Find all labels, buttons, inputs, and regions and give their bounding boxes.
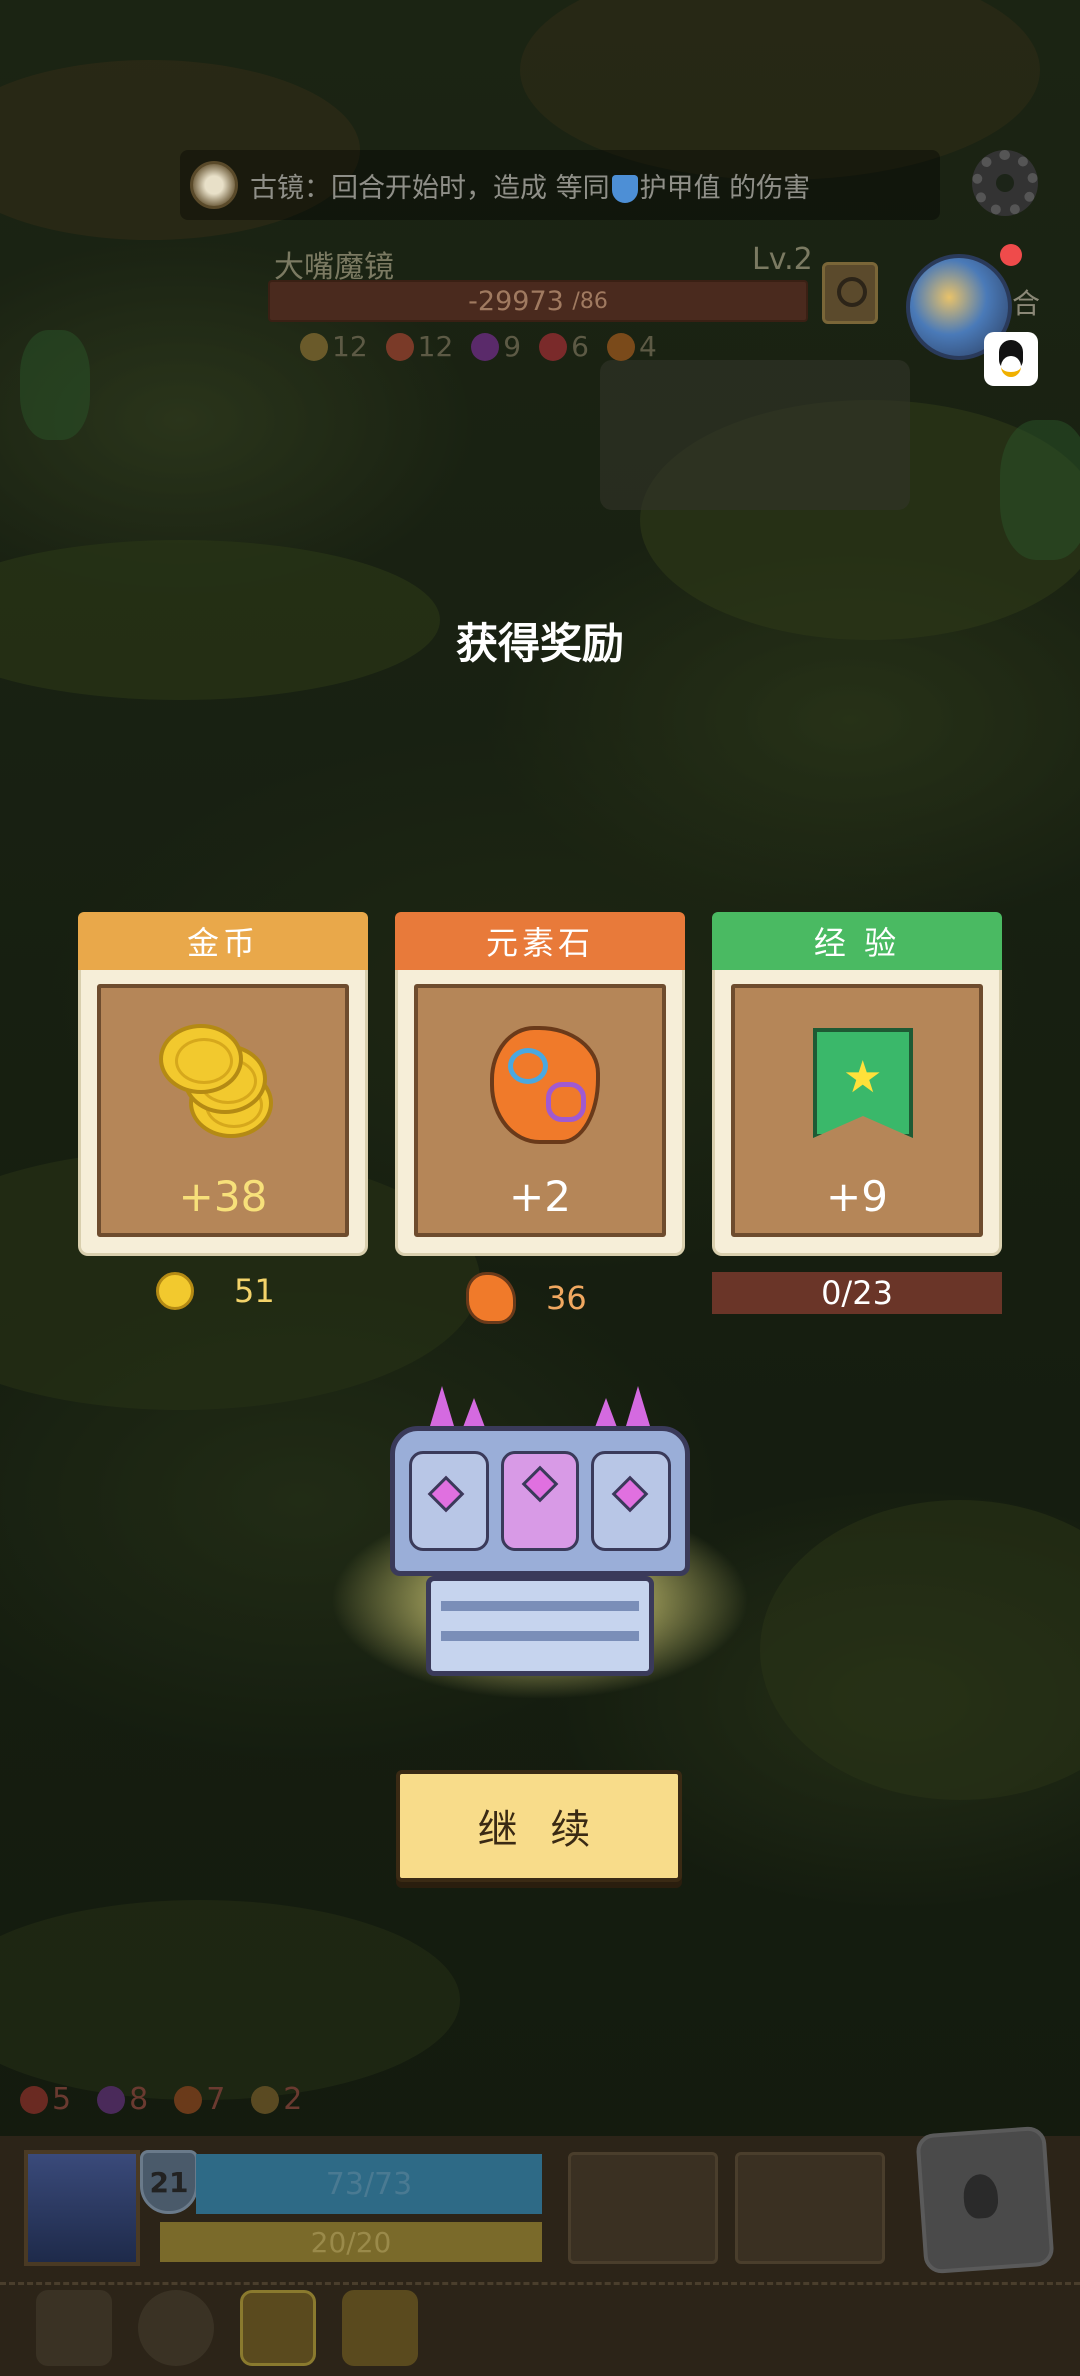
card-deck-icon[interactable] xyxy=(240,2290,316,2366)
player-element-fire: 7 xyxy=(174,2082,225,2117)
reward-card-gold: 金币 +38 xyxy=(78,912,368,1256)
continue-button[interactable]: 继 续 xyxy=(396,1770,682,1882)
player-level-shield: 21 xyxy=(140,2150,198,2214)
qq-penguin-icon[interactable] xyxy=(984,332,1038,386)
ring-icon[interactable] xyxy=(138,2290,214,2366)
stone-total-value: 36 xyxy=(546,1279,587,1317)
notification-dot xyxy=(1000,244,1022,266)
enemy-element-leaf: 12 xyxy=(300,330,368,363)
divider xyxy=(0,2282,1080,2285)
enemy-element-flame: 12 xyxy=(385,330,453,363)
treasure-chest-icon xyxy=(390,1386,690,1696)
reward-title: 获得奖励 xyxy=(455,619,624,668)
reward-card-xp: 经 验 ★ +9 xyxy=(712,912,1002,1256)
spark-icon xyxy=(97,2085,126,2114)
item-slot-2[interactable] xyxy=(735,2152,885,2264)
relic-hint-text: 古镜：回合开始时，造成 等同 护甲值 的伤害 xyxy=(250,172,811,204)
coin-icon xyxy=(156,1272,194,1310)
armor-shield-icon xyxy=(611,175,638,203)
enemy-element-blood: 6 xyxy=(539,330,589,363)
player-portrait[interactable] xyxy=(24,2150,140,2266)
leaf-icon xyxy=(251,2085,280,2114)
xp-progress-bar: 0/23 xyxy=(712,1272,1002,1314)
gold-total: 51 xyxy=(156,1272,275,1310)
gold-total-value: 51 xyxy=(234,1272,275,1310)
xp-progress-text: 0/23 xyxy=(821,1274,893,1312)
spark-icon xyxy=(471,332,500,361)
flame-icon xyxy=(385,332,414,361)
enemy-level: Lv.2 xyxy=(752,242,813,277)
inspect-magnifier-icon[interactable] xyxy=(822,262,878,324)
element-stone-icon xyxy=(466,1272,516,1324)
reward-card-value: +2 xyxy=(509,1172,571,1221)
enemy-hp-current: -29973 xyxy=(468,285,564,317)
leaf-icon xyxy=(300,332,328,361)
dice-icon[interactable] xyxy=(915,2125,1055,2275)
relic-hint-bar: 古镜：回合开始时，造成 等同 护甲值 的伤害 xyxy=(180,150,940,220)
player-element-spark: 8 xyxy=(97,2082,148,2117)
item-slot-1[interactable] xyxy=(568,2152,718,2264)
fire-icon xyxy=(174,2085,203,2114)
player-element-leaf: 2 xyxy=(251,2082,302,2117)
reward-card-value: +9 xyxy=(826,1172,888,1221)
star-icon: ★ xyxy=(843,1052,883,1103)
player-mp-bar: 20/20 xyxy=(160,2222,542,2262)
reward-card-value: +38 xyxy=(178,1172,268,1221)
gold-coins-icon xyxy=(159,1024,289,1144)
player-hp-bar: 73/73 xyxy=(196,2154,542,2214)
ancient-mirror-icon xyxy=(190,161,238,209)
player-element-list: 5 8 7 2 xyxy=(20,2082,302,2117)
enemy-hp-max: /86 xyxy=(572,288,608,314)
side-label: 合 xyxy=(1012,287,1041,320)
enemy-hp-bar: -29973 /86 xyxy=(268,280,808,322)
enemy-element-spark: 9 xyxy=(471,330,521,363)
pirate-hat-icon[interactable] xyxy=(36,2290,112,2366)
reward-card-header: 元素石 xyxy=(395,912,685,970)
chest-inventory-icon[interactable] xyxy=(342,2290,418,2366)
enemy-element-fire: 4 xyxy=(606,330,657,363)
fire-icon xyxy=(606,332,635,361)
reward-card-header: 经 验 xyxy=(712,912,1002,970)
element-stone-icon xyxy=(490,1026,600,1144)
settings-gear-icon[interactable] xyxy=(972,150,1038,216)
blood-icon xyxy=(20,2085,48,2114)
stone-total: 36 xyxy=(466,1272,587,1324)
reward-card-header: 金币 xyxy=(78,912,368,970)
enemy-element-list: 12 12 9 6 4 xyxy=(300,330,657,363)
blood-icon xyxy=(539,332,568,361)
player-element-blood: 5 xyxy=(20,2082,71,2117)
reward-card-stone: 元素石 +2 xyxy=(395,912,685,1256)
